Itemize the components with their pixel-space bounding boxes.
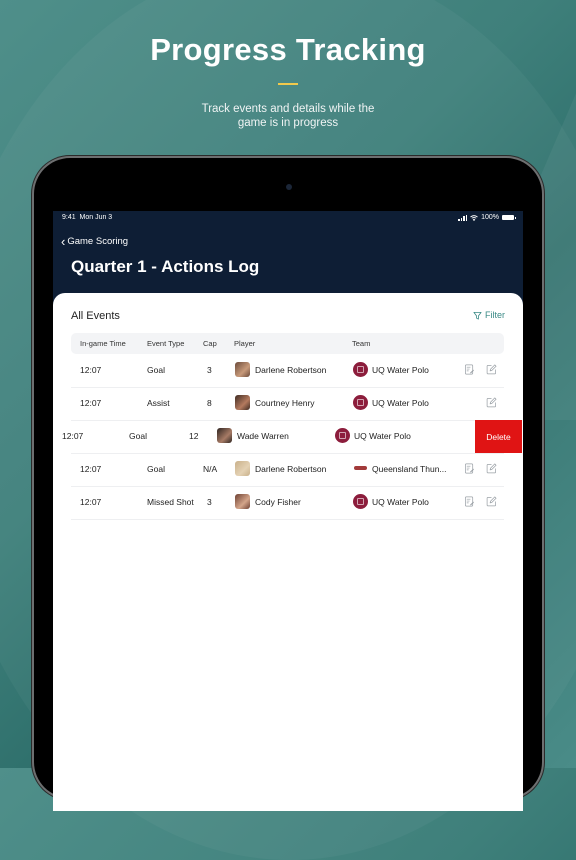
edit-icon[interactable] — [486, 397, 497, 408]
edit-icon[interactable] — [486, 364, 497, 375]
cell-cap: 12 — [189, 431, 199, 441]
cell-team: UQ Water Polo — [354, 431, 411, 441]
battery-percent: 100% — [481, 214, 499, 221]
edit-icon[interactable] — [486, 463, 497, 474]
table-row[interactable]: 12:07 Assist 8 Courtney Henry UQ Water Polo — [71, 387, 504, 421]
cell-event-type: Goal — [147, 464, 165, 474]
hero-subtitle: Track events and details while the game … — [201, 103, 375, 129]
back-button[interactable]: ‹ Game Scoring — [61, 233, 129, 249]
notes-icon[interactable] — [464, 496, 475, 507]
hero-accent-bar — [278, 83, 298, 85]
cell-event-type: Missed Shot — [147, 497, 194, 507]
column-header-time: In-game Time — [80, 339, 126, 348]
table-row[interactable]: 12:07 Goal N/A Darlene Robertson Queensland … — [71, 453, 504, 487]
column-header-player: Player — [234, 339, 256, 348]
cell-time: 12:07 — [62, 431, 84, 441]
cell-event-type: Goal — [147, 365, 165, 375]
player-avatar — [235, 494, 250, 509]
battery-icon — [502, 215, 516, 220]
player-avatar — [217, 428, 232, 443]
cell-player: Courtney Henry — [255, 398, 315, 408]
cell-event-type: Goal — [129, 431, 147, 441]
team-logo — [353, 461, 368, 476]
cell-event-type: Assist — [147, 398, 170, 408]
team-logo — [353, 362, 368, 377]
notes-icon[interactable] — [464, 463, 475, 474]
filter-funnel-icon — [473, 311, 482, 320]
cell-team: UQ Water Polo — [372, 365, 429, 375]
notes-icon[interactable] — [464, 364, 475, 375]
camera — [286, 184, 292, 190]
wifi-icon — [470, 214, 478, 221]
column-header-team: Team — [352, 339, 371, 348]
delete-button[interactable]: Delete — [475, 420, 522, 453]
cell-cap: 8 — [207, 398, 212, 408]
cell-player: Darlene Robertson — [255, 365, 327, 375]
signal-icon — [458, 214, 468, 221]
cell-player: Wade Warren — [237, 431, 289, 441]
filter-label: Filter — [485, 310, 505, 320]
column-header-cap: Cap — [203, 339, 217, 348]
player-avatar — [235, 395, 250, 410]
status-bar: 9:41 Mon Jun 3 100% — [62, 214, 516, 226]
table-row[interactable]: 12:07 Goal 12 Wade Warren UQ Water Polo Delet… — [62, 420, 522, 454]
cell-time: 12:07 — [80, 365, 102, 375]
cell-time: 12:07 — [80, 398, 102, 408]
team-logo — [353, 494, 368, 509]
table-row[interactable]: 12:07 Goal 3 Darlene Robertson UQ Water Polo — [71, 354, 504, 388]
player-avatar — [235, 362, 250, 377]
table-header: In-game Time Event Type Cap Player Team — [71, 333, 504, 354]
status-time: 9:41 Mon Jun 3 — [62, 214, 113, 221]
cell-team: UQ Water Polo — [372, 497, 429, 507]
hero-title: Progress Tracking — [150, 32, 426, 67]
cell-player: Darlene Robertson — [255, 464, 327, 474]
team-logo — [353, 395, 368, 410]
cell-player: Cody Fisher — [255, 497, 301, 507]
cell-time: 12:07 — [80, 464, 102, 474]
cell-team: UQ Water Polo — [372, 398, 429, 408]
cell-cap: N/A — [203, 464, 218, 474]
tablet-device: 9:41 Mon Jun 3 100% ‹ Game Scoring Quart… — [34, 158, 542, 811]
screen: 9:41 Mon Jun 3 100% ‹ Game Scoring Quart… — [53, 211, 523, 811]
page-title: Quarter 1 - Actions Log — [71, 257, 260, 276]
cell-team: Queensland Thun... — [372, 464, 447, 474]
back-label: Game Scoring — [67, 236, 129, 247]
card-title: All Events — [71, 310, 120, 322]
edit-icon[interactable] — [486, 496, 497, 507]
chevron-left-icon: ‹ — [61, 233, 66, 249]
column-header-event-type: Event Type — [147, 339, 185, 348]
cell-time: 12:07 — [80, 497, 102, 507]
cell-cap: 3 — [207, 497, 212, 507]
team-logo — [335, 428, 350, 443]
table-row[interactable]: 12:07 Missed Shot 3 Cody Fisher UQ Water Pol… — [71, 486, 504, 520]
cell-cap: 3 — [207, 365, 212, 375]
filter-button[interactable]: Filter — [473, 310, 505, 320]
events-card: All Events Filter In-game Time Event Typ… — [53, 293, 523, 811]
player-avatar — [235, 461, 250, 476]
